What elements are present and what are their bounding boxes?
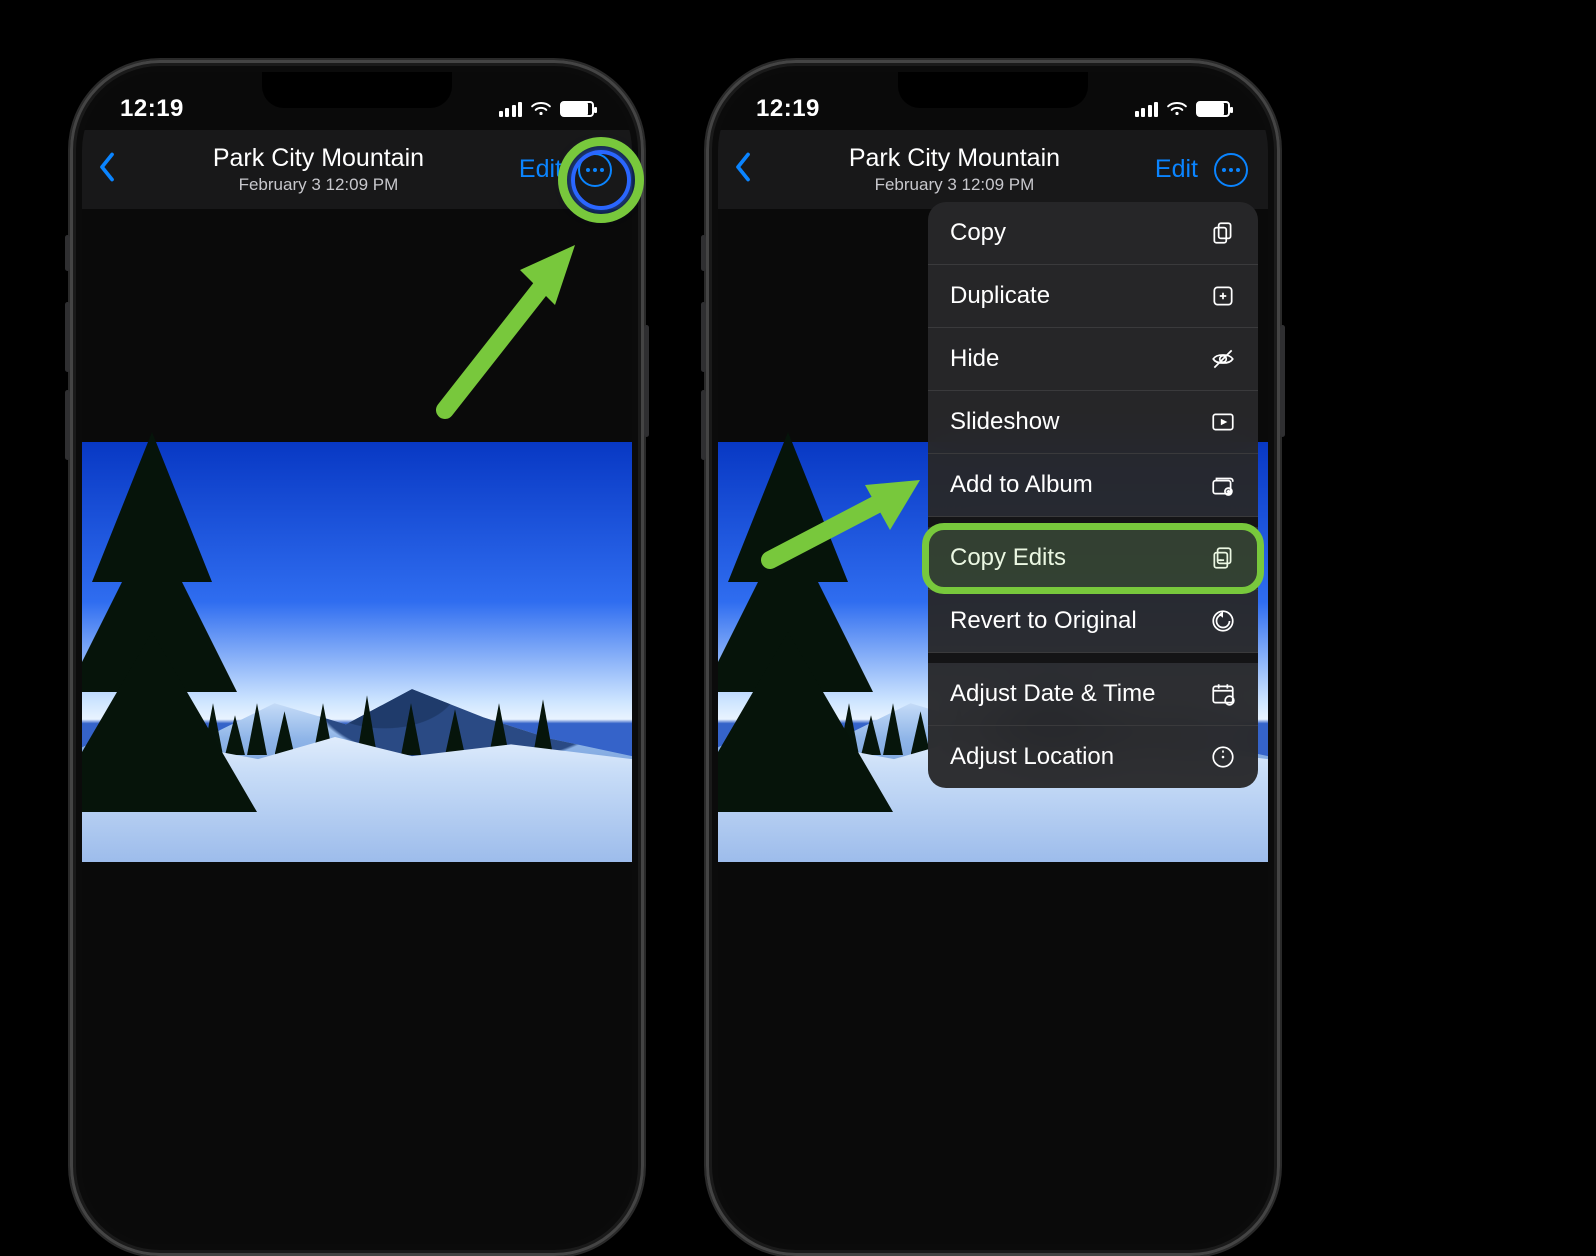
edit-button[interactable]: Edit [1155, 155, 1198, 184]
nav-bar: Park City Mountain February 3 12:09 PM E… [718, 130, 1268, 209]
nav-subtitle: February 3 12:09 PM [126, 175, 511, 195]
notch [898, 72, 1088, 108]
nav-title: Park City Mountain [126, 144, 511, 173]
more-button[interactable] [578, 153, 612, 187]
iphone-right-frame: 12:19 Park City Mountain F [706, 60, 1280, 1256]
menu-item-add-to-album[interactable]: Add to Album [928, 454, 1258, 517]
status-time: 12:19 [756, 95, 820, 123]
menu-item-adjust-location[interactable]: Adjust Location [928, 726, 1258, 788]
revert-icon [1210, 608, 1236, 634]
menu-item-label: Revert to Original [950, 607, 1137, 635]
back-button[interactable] [732, 152, 754, 187]
wifi-icon [530, 101, 552, 117]
photo-content[interactable] [82, 442, 632, 862]
menu-item-label: Hide [950, 345, 999, 373]
menu-item-label: Slideshow [950, 408, 1059, 436]
slideshow-icon [1210, 409, 1236, 435]
nav-title: Park City Mountain [762, 144, 1147, 173]
menu-item-adjust-date-time[interactable]: Adjust Date & Time [928, 663, 1258, 726]
notch [262, 72, 452, 108]
cellular-icon [1135, 101, 1159, 117]
hide-icon [1210, 346, 1236, 372]
cellular-icon [499, 101, 523, 117]
menu-item-label: Adjust Location [950, 743, 1114, 771]
menu-item-copy[interactable]: Copy [928, 202, 1258, 265]
menu-item-label: Copy [950, 219, 1006, 247]
menu-item-label: Copy Edits [950, 544, 1066, 572]
menu-item-copy-edits[interactable]: Copy Edits [928, 527, 1258, 590]
menu-item-label: Adjust Date & Time [950, 680, 1155, 708]
wifi-icon [1166, 101, 1188, 117]
nav-subtitle: February 3 12:09 PM [762, 175, 1147, 195]
album-icon [1210, 472, 1236, 498]
edit-button[interactable]: Edit [519, 155, 562, 184]
more-button[interactable] [1214, 153, 1248, 187]
status-time: 12:19 [120, 95, 184, 123]
menu-item-duplicate[interactable]: Duplicate [928, 265, 1258, 328]
nav-bar: Park City Mountain February 3 12:09 PM E… [82, 130, 632, 209]
location-icon [1210, 744, 1236, 770]
menu-item-slideshow[interactable]: Slideshow [928, 391, 1258, 454]
menu-item-label: Add to Album [950, 471, 1093, 499]
menu-item-revert-to-original[interactable]: Revert to Original [928, 590, 1258, 653]
battery-icon [560, 101, 594, 117]
back-button[interactable] [96, 152, 118, 187]
battery-icon [1196, 101, 1230, 117]
duplicate-icon [1210, 283, 1236, 309]
menu-item-label: Duplicate [950, 282, 1050, 310]
iphone-left-frame: 12:19 Park City Mountain F [70, 60, 644, 1256]
copyedits-icon [1210, 545, 1236, 571]
menu-item-hide[interactable]: Hide [928, 328, 1258, 391]
copy-icon [1210, 220, 1236, 246]
datetime-icon [1210, 681, 1236, 707]
context-menu: Copy Duplicate Hide Slideshow Add to Album Co… [928, 202, 1258, 788]
